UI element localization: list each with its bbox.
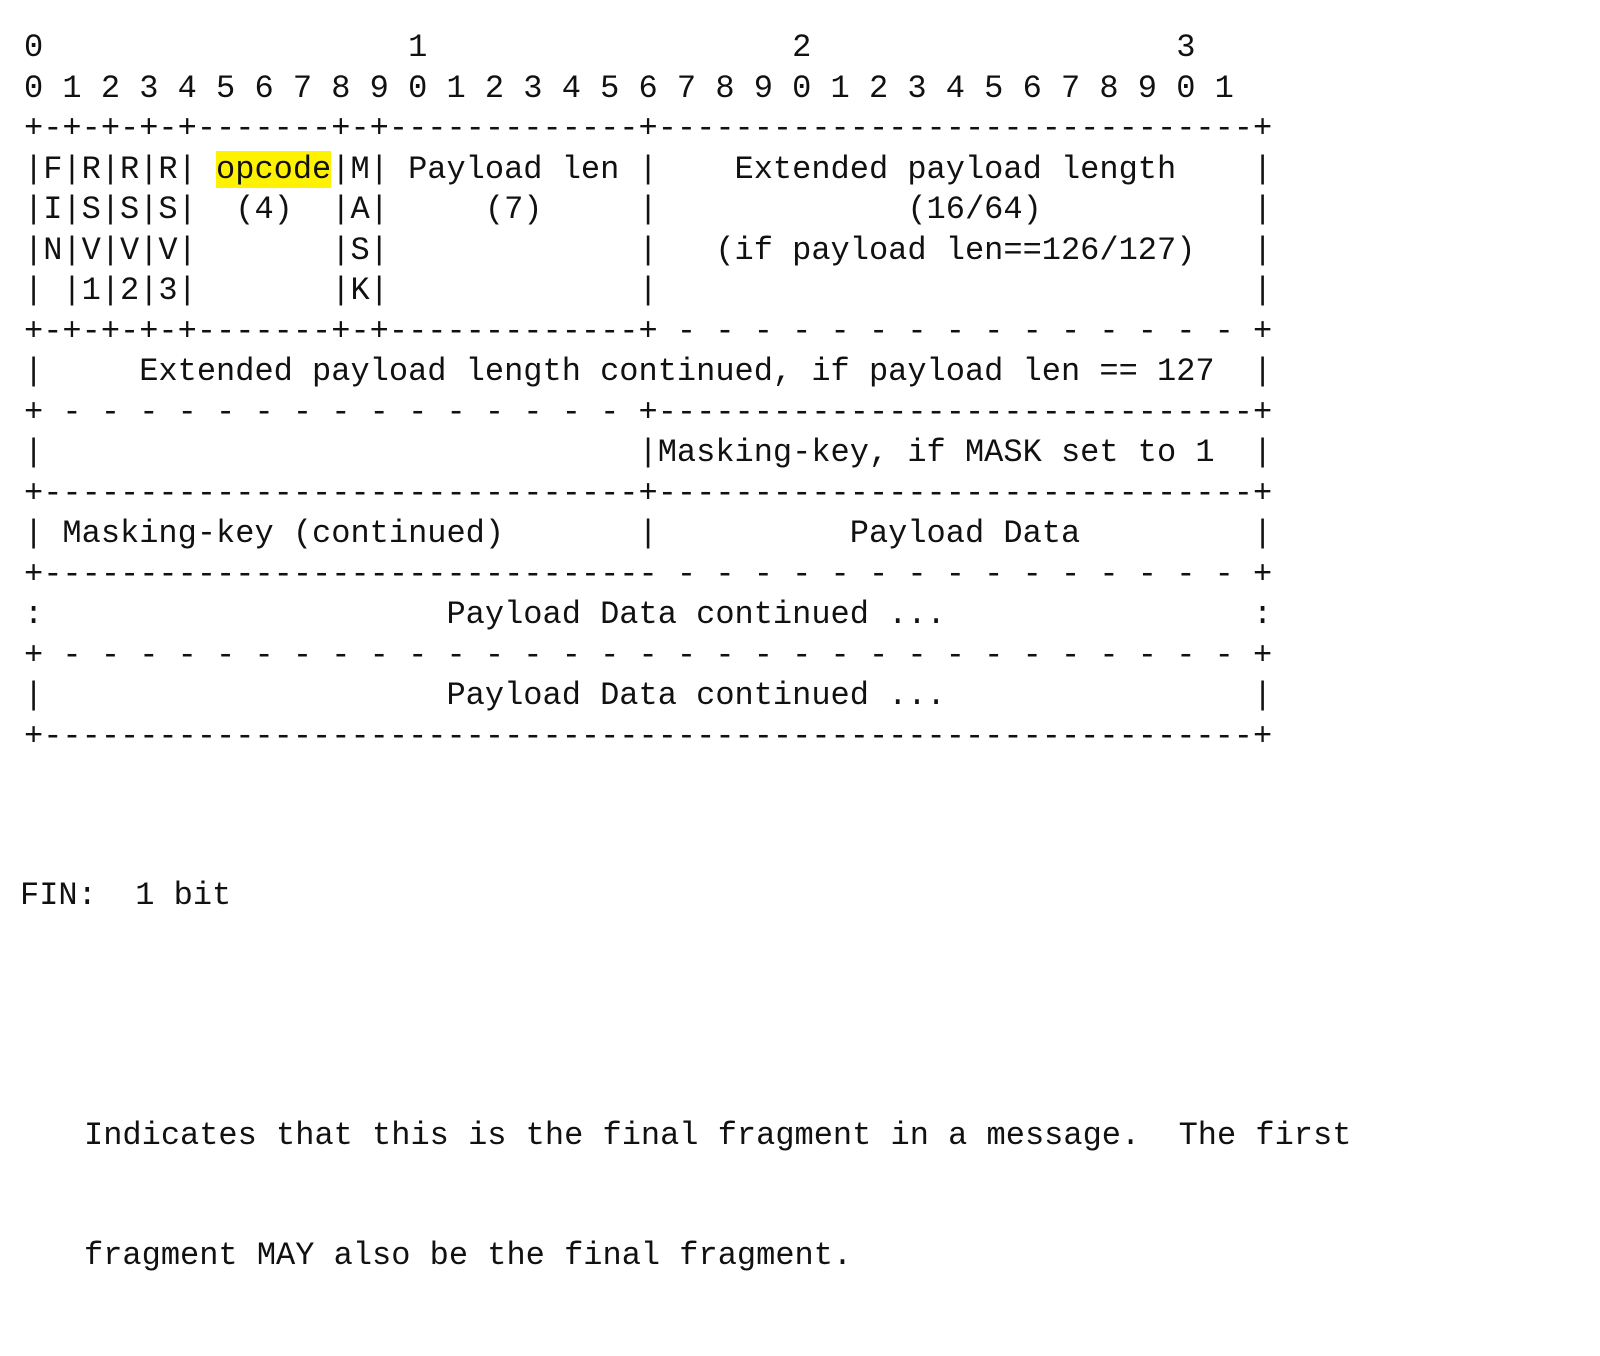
fin-field-label: FIN: 1 bit (20, 877, 232, 914)
frame-border-top: +-+-+-+-+-------+-+-------------+-------… (24, 110, 1273, 147)
header-row-1-flags: |F|R|R|R| (24, 150, 217, 188)
frame-border-bottom: +---------------------------------------… (24, 717, 1273, 755)
frame-border-6: + - - - - - - - - - - - - - - - - - - - … (24, 636, 1273, 674)
payload-continued-row-2: | Payload Data continued ... | (24, 677, 1273, 714)
header-row-2: |I|S|S|S| (4) |A| (7) | (16/64) | (24, 191, 1273, 228)
opcode-highlight: opcode (216, 150, 332, 188)
header-row-4: | |1|2|3| |K| | | (24, 272, 1273, 309)
fin-description-line-2: fragment MAY also be the final fragment. (84, 1237, 853, 1274)
frame-border-4: +-------------------------------+-------… (24, 474, 1273, 512)
frame-border-3: + - - - - - - - - - - - - - - - +-------… (24, 393, 1273, 431)
fin-description: FIN: 1 bit Indicates that this is the fi… (20, 796, 1351, 1356)
websocket-frame-diagram: 0 1 2 3 0 1 2 3 4 5 6 7 8 9 0 1 2 3 4 5 … (24, 28, 1584, 768)
masking-key-continued-row: | Masking-key (continued) | Payload Data… (24, 515, 1273, 552)
fin-description-line-1: Indicates that this is the final fragmen… (84, 1117, 1352, 1154)
frame-border-2: +-+-+-+-+-------+-+-------------+ - - - … (24, 312, 1273, 350)
header-row-3: |N|V|V|V| |S| | (if payload len==126/127… (24, 231, 1273, 269)
header-row-1-rest: |M| Payload len | Extended payload lengt… (331, 150, 1273, 188)
bit-position-tens: 0 1 2 3 (24, 29, 1196, 66)
header-row-1: |F|R|R|R| opcode|M| Payload len | Extend… (24, 150, 1272, 190)
masking-key-row: | |Masking-key, if MASK set to 1 | (24, 434, 1273, 471)
bit-position-ones: 0 1 2 3 4 5 6 7 8 9 0 1 2 3 4 5 6 7 8 9 … (24, 69, 1234, 107)
rfc-document: 0 1 2 3 0 1 2 3 4 5 6 7 8 9 0 1 2 3 4 5 … (0, 0, 1600, 1274)
frame-border-5: +-------------------------------- - - - … (24, 555, 1273, 593)
payload-continued-row-1: : Payload Data continued ... : (24, 596, 1273, 633)
extended-length-continued-row: | Extended payload length continued, if … (24, 353, 1273, 390)
